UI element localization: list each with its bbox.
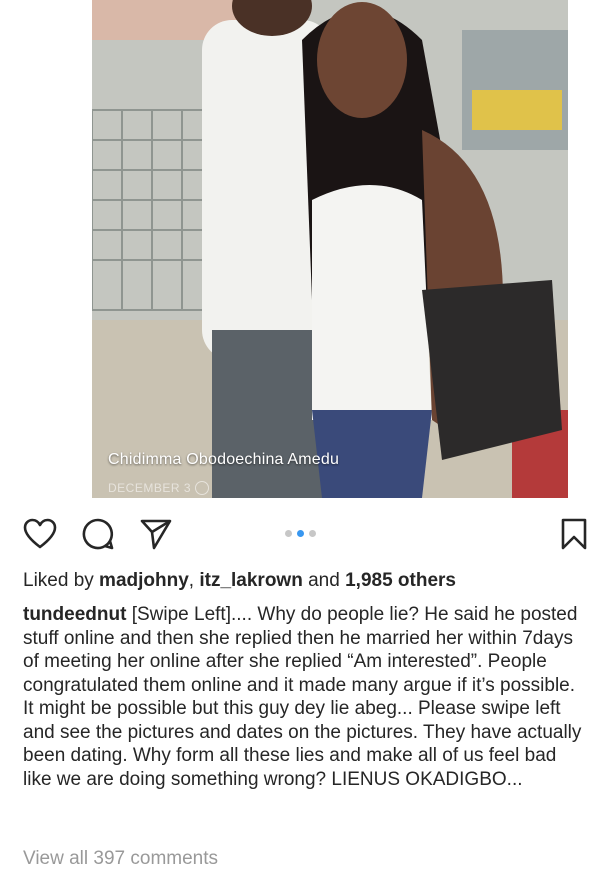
carousel-indicator <box>285 530 316 537</box>
send-icon[interactable] <box>134 510 178 558</box>
carousel-dot <box>309 530 316 537</box>
likes-count-link[interactable]: 1,985 others <box>345 570 456 591</box>
carousel-dot-active <box>297 530 304 537</box>
likes-separator: , <box>188 570 200 591</box>
bookmark-icon[interactable] <box>552 510 596 558</box>
post-photo[interactable]: Chidimma Obodoechina Amedu DECEMBER 3 <box>92 0 568 498</box>
caption-text: [Swipe Left].... Why do people lie? He s… <box>23 604 582 790</box>
globe-icon <box>195 481 210 495</box>
view-all-comments-link[interactable]: View all 397 comments <box>23 848 218 870</box>
photo-tag-date: DECEMBER 3 <box>108 481 210 495</box>
likes-summary: Liked by madjohny, itz_lakrown and 1,985… <box>23 570 456 592</box>
carousel-dot <box>285 530 292 537</box>
liker-link[interactable]: itz_lakrown <box>199 570 302 591</box>
likes-prefix: Liked by <box>23 570 100 591</box>
photo-tag-date-text: DECEMBER 3 <box>108 481 192 495</box>
caption-username[interactable]: tundeednut <box>23 604 126 625</box>
photo-tag-name: Chidimma Obodoechina Amedu <box>108 451 340 468</box>
photo-illustration <box>92 0 568 498</box>
post-caption: tundeednut [Swipe Left].... Why do peopl… <box>23 603 588 791</box>
liker-link[interactable]: madjohny <box>99 570 189 591</box>
likes-and: and <box>302 570 346 591</box>
heart-icon[interactable] <box>18 510 62 558</box>
comment-icon[interactable] <box>76 510 120 558</box>
